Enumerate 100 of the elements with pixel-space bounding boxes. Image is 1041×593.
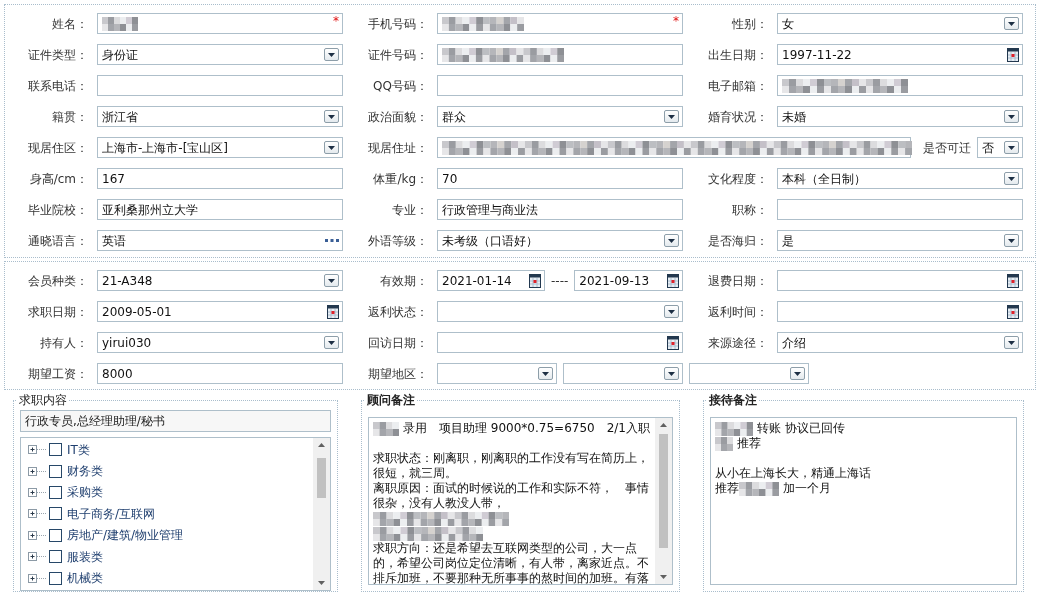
calendar-icon[interactable]: [1007, 273, 1019, 288]
expand-icon[interactable]: [28, 573, 46, 583]
selected-jobs-field[interactable]: 行政专员,总经理助理/秘书: [20, 410, 331, 432]
dropdown-button[interactable]: [324, 274, 339, 287]
dropdown-button[interactable]: [1004, 141, 1019, 154]
checkbox[interactable]: [49, 550, 62, 564]
expand-icon[interactable]: [28, 487, 46, 497]
field-label: 职称：: [732, 202, 768, 217]
expand-icon[interactable]: [28, 530, 46, 540]
expand-icon[interactable]: [28, 552, 46, 562]
expand-icon[interactable]: [28, 445, 46, 455]
scroll-down-icon[interactable]: [318, 581, 325, 585]
dropdown-field[interactable]: [689, 363, 809, 384]
calendar-icon[interactable]: [667, 273, 680, 288]
date-field[interactable]: 2009-05-01: [97, 301, 343, 322]
dropdown-button[interactable]: [324, 110, 339, 123]
dropdown-field[interactable]: 本科（全日制）: [777, 168, 1023, 189]
date-field[interactable]: 2021-09-13: [574, 270, 684, 291]
dropdown-field[interactable]: 群众: [437, 106, 683, 127]
tree-item-label[interactable]: 采购类: [67, 485, 103, 500]
text-field[interactable]: [437, 137, 911, 158]
checkbox[interactable]: [49, 507, 62, 521]
checkbox[interactable]: [49, 443, 62, 457]
dropdown-button[interactable]: [664, 367, 679, 380]
dropdown-button[interactable]: [1004, 336, 1019, 349]
scroll-down-icon[interactable]: [660, 575, 667, 579]
vertical-scrollbar[interactable]: [655, 418, 672, 584]
scroll-up-icon[interactable]: [660, 423, 667, 427]
notes-text-area[interactable]: 录用 项目助理 9000*0.75=6750 2/1入职 求职状态：刚离职，刚离职的工作没有写在简历上， 很短，就三周。 离职原因：面试的时候说的工作和实际不符， 事情 很杂，没有人教没人带， 求职方向：还是希望去互联网类型的公司，大一点 的，希望公司岗位定位清晰，有人带，离家近点。不 排斥加班，不要那种无所事事的熬时间的加班。有落: [368, 417, 673, 585]
dropdown-field[interactable]: 是: [777, 230, 1023, 251]
checkbox[interactable]: [49, 571, 62, 585]
text-field[interactable]: [437, 75, 683, 96]
expand-icon[interactable]: [28, 509, 46, 519]
dropdown-button[interactable]: [1004, 17, 1019, 30]
scroll-up-icon[interactable]: [318, 443, 325, 447]
dropdown-button[interactable]: [664, 305, 679, 318]
text-field[interactable]: [97, 75, 343, 96]
dropdown-button[interactable]: [1004, 172, 1019, 185]
note-text: 很短，就三周。: [373, 466, 457, 481]
tree-item-label[interactable]: 机械类: [67, 571, 103, 586]
dropdown-button[interactable]: [1004, 234, 1019, 247]
text-field[interactable]: [777, 199, 1023, 220]
calendar-icon[interactable]: [1007, 47, 1019, 62]
dropdown-field[interactable]: yirui030: [97, 332, 343, 353]
vertical-scrollbar[interactable]: [313, 438, 330, 590]
text-field[interactable]: 行政管理与商业法: [437, 199, 683, 220]
dropdown-field[interactable]: 未婚: [777, 106, 1023, 127]
tree-item-label[interactable]: 电子商务/互联网: [67, 506, 156, 521]
tree-item-label[interactable]: 房地产/建筑/物业管理: [67, 528, 184, 543]
ellipsis-icon[interactable]: [325, 239, 339, 242]
calendar-icon[interactable]: [327, 304, 339, 319]
dropdown-button[interactable]: [538, 367, 553, 380]
field-label: 文化程度：: [708, 171, 768, 186]
calendar-icon[interactable]: [1007, 304, 1019, 319]
text-field[interactable]: *: [97, 13, 343, 34]
text-field[interactable]: *: [437, 13, 683, 34]
expand-icon[interactable]: [28, 466, 46, 476]
scrollbar-thumb[interactable]: [659, 434, 668, 548]
date-field[interactable]: [437, 332, 683, 353]
text-field[interactable]: 167: [97, 168, 343, 189]
dropdown-button[interactable]: [324, 48, 339, 61]
dropdown-field[interactable]: 介绍: [777, 332, 1023, 353]
dropdown-field[interactable]: 身份证: [97, 44, 343, 65]
text-field[interactable]: 亚利桑那州立大学: [97, 199, 343, 220]
text-field[interactable]: 70: [437, 168, 683, 189]
tree-item-label[interactable]: IT类: [67, 442, 90, 457]
dropdown-button[interactable]: [664, 110, 679, 123]
lookup-field[interactable]: 英语: [97, 230, 343, 251]
dropdown-button[interactable]: [664, 234, 679, 247]
date-field[interactable]: 2021-01-14: [437, 270, 545, 291]
caret-icon: [1008, 114, 1015, 119]
scrollbar-thumb[interactable]: [317, 458, 326, 498]
text-field[interactable]: [437, 44, 683, 65]
dropdown-field[interactable]: 未考级（口语好）: [437, 230, 683, 251]
calendar-icon[interactable]: [529, 273, 541, 288]
dropdown-button[interactable]: [1004, 110, 1019, 123]
text-field[interactable]: 8000: [97, 363, 343, 384]
text-field[interactable]: [777, 75, 1023, 96]
dropdown-field[interactable]: [437, 301, 683, 322]
tree-item-label[interactable]: 服装类: [67, 549, 103, 564]
dropdown-field[interactable]: 浙江省: [97, 106, 343, 127]
checkbox[interactable]: [49, 464, 62, 478]
dropdown-button[interactable]: [324, 141, 339, 154]
dropdown-button[interactable]: [324, 336, 339, 349]
note-text: 录用 项目助理 9000*0.75=6750 2/1入职: [403, 421, 650, 436]
dropdown-button[interactable]: [790, 367, 805, 380]
dropdown-field[interactable]: 女: [777, 13, 1023, 34]
dropdown-field[interactable]: [437, 363, 557, 384]
checkbox[interactable]: [49, 528, 62, 542]
notes-text-area[interactable]: 转账 协议已回传 推荐 从小在上海长大，精通上海话 推荐 加一个月: [710, 417, 1017, 585]
tree-item-label[interactable]: 财务类: [67, 464, 103, 479]
date-field[interactable]: [777, 301, 1023, 322]
dropdown-field[interactable]: [563, 363, 683, 384]
dropdown-field[interactable]: 否: [977, 137, 1023, 158]
dropdown-field[interactable]: 21-A348: [97, 270, 343, 291]
date-field[interactable]: 1997-11-22: [777, 44, 1023, 65]
date-field[interactable]: [777, 270, 1023, 291]
calendar-icon[interactable]: [667, 335, 679, 350]
dropdown-field[interactable]: 上海市-上海市-[宝山区]: [97, 137, 343, 158]
checkbox[interactable]: [49, 485, 62, 499]
